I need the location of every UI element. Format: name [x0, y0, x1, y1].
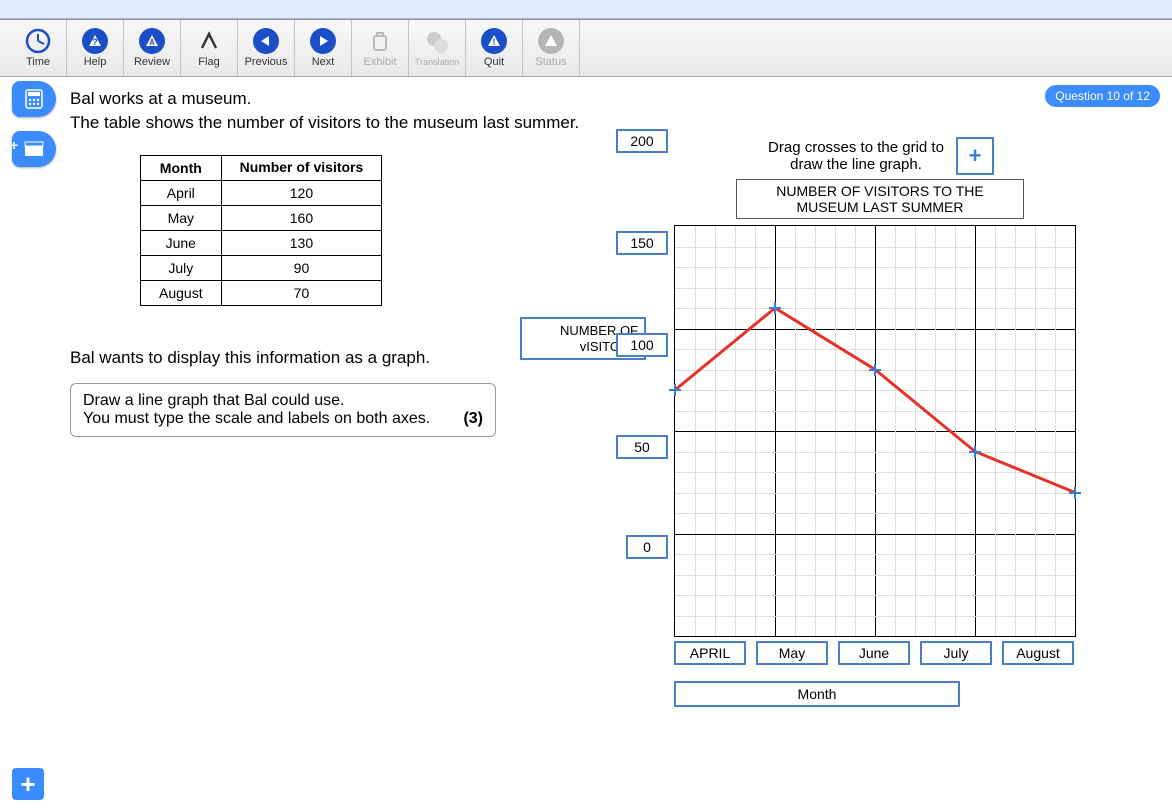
exhibit-icon [367, 28, 393, 54]
x-tick-input[interactable] [1002, 641, 1074, 665]
window-icon [23, 140, 45, 158]
translation-button: Translation [409, 20, 466, 76]
time-label: Time [26, 56, 50, 68]
previous-label: Previous [245, 56, 288, 68]
translation-label: Translation [415, 57, 459, 67]
flag-icon [196, 28, 222, 54]
graph-panel: Drag crosses to the grid to draw the lin… [620, 137, 1140, 707]
plotted-cross[interactable] [1069, 487, 1081, 499]
table-row: August70 [141, 280, 382, 305]
plotted-cross[interactable] [969, 446, 981, 458]
table-row: April120 [141, 180, 382, 205]
review-icon: A [139, 28, 165, 54]
previous-icon [253, 28, 279, 54]
content-area: + Question 10 of 12 Bal works at a museu… [0, 77, 1172, 457]
instruction-box: Draw a line graph that Bal could use. Yo… [70, 383, 496, 437]
table-row: May160 [141, 205, 382, 230]
x-tick-input[interactable] [838, 641, 910, 665]
translation-icon [424, 29, 450, 55]
exhibit-button: Exhibit [352, 20, 409, 76]
svg-text:!: ! [493, 37, 496, 47]
status-icon [538, 28, 564, 54]
table-row: July90 [141, 255, 382, 280]
instruction-line: You must type the scale and labels on bo… [83, 410, 430, 427]
data-table: MonthNumber of visitors April120 May160 … [140, 155, 382, 306]
help-icon: ? [82, 28, 108, 54]
question-line: The table shows the number of visitors t… [70, 113, 579, 132]
svg-text:?: ? [92, 37, 98, 47]
plotted-cross[interactable] [869, 364, 881, 376]
table-row: June130 [141, 230, 382, 255]
window-tool[interactable]: + [12, 131, 56, 167]
x-tick-input[interactable] [756, 641, 828, 665]
review-label: Review [134, 56, 170, 68]
y-tick-input[interactable] [616, 129, 668, 153]
marks-label: (3) [463, 410, 483, 428]
plotted-cross[interactable] [669, 384, 681, 396]
calculator-tool[interactable] [12, 81, 56, 117]
question-line: Bal works at a museum. [70, 89, 251, 108]
x-tick-input[interactable] [674, 641, 746, 665]
plotted-cross[interactable] [769, 302, 781, 314]
flag-label: Flag [198, 56, 219, 68]
table-header-month: Month [141, 155, 222, 180]
y-tick-input[interactable] [626, 535, 668, 559]
quit-button[interactable]: ! Quit [466, 20, 523, 76]
window-top-strip [0, 0, 1172, 19]
help-button[interactable]: ? Help [67, 20, 124, 76]
status-button: Status [523, 20, 580, 76]
x-axis-label[interactable]: Month [674, 681, 960, 707]
previous-button[interactable]: Previous [238, 20, 295, 76]
y-tick-input[interactable] [616, 333, 668, 357]
next-icon [310, 28, 336, 54]
drag-instruction: Drag crosses to the grid to draw the lin… [766, 139, 946, 173]
instruction-line: Draw a line graph that Bal could use. [83, 392, 344, 409]
quit-icon: ! [481, 28, 507, 54]
help-label: Help [84, 56, 107, 68]
next-label: Next [312, 56, 335, 68]
review-button[interactable]: A Review [124, 20, 181, 76]
next-button[interactable]: Next [295, 20, 352, 76]
clock-icon [25, 28, 51, 54]
cross-draggable[interactable]: + [956, 137, 994, 175]
status-label: Status [535, 56, 566, 68]
question-text: Bal works at a museum. The table shows t… [70, 87, 1152, 135]
y-tick-input[interactable] [616, 231, 668, 255]
question-counter-badge: Question 10 of 12 [1045, 85, 1160, 107]
chart-title: NUMBER OF VISITORS TO THE MUSEUM LAST SU… [736, 179, 1024, 219]
exhibit-label: Exhibit [363, 56, 396, 68]
svg-text:A: A [149, 38, 155, 47]
flag-button[interactable]: Flag [181, 20, 238, 76]
add-fab-button[interactable]: + [12, 768, 44, 800]
y-tick-input[interactable] [616, 435, 668, 459]
x-tick-input[interactable] [920, 641, 992, 665]
table-header-visitors: Number of visitors [221, 155, 382, 180]
toolbar: Time ? Help A Review Flag Previous Next … [0, 19, 1172, 77]
quit-label: Quit [484, 56, 504, 68]
chart-plot-area[interactable] [674, 225, 1076, 637]
time-button[interactable]: Time [10, 20, 67, 76]
calculator-icon [23, 88, 45, 110]
